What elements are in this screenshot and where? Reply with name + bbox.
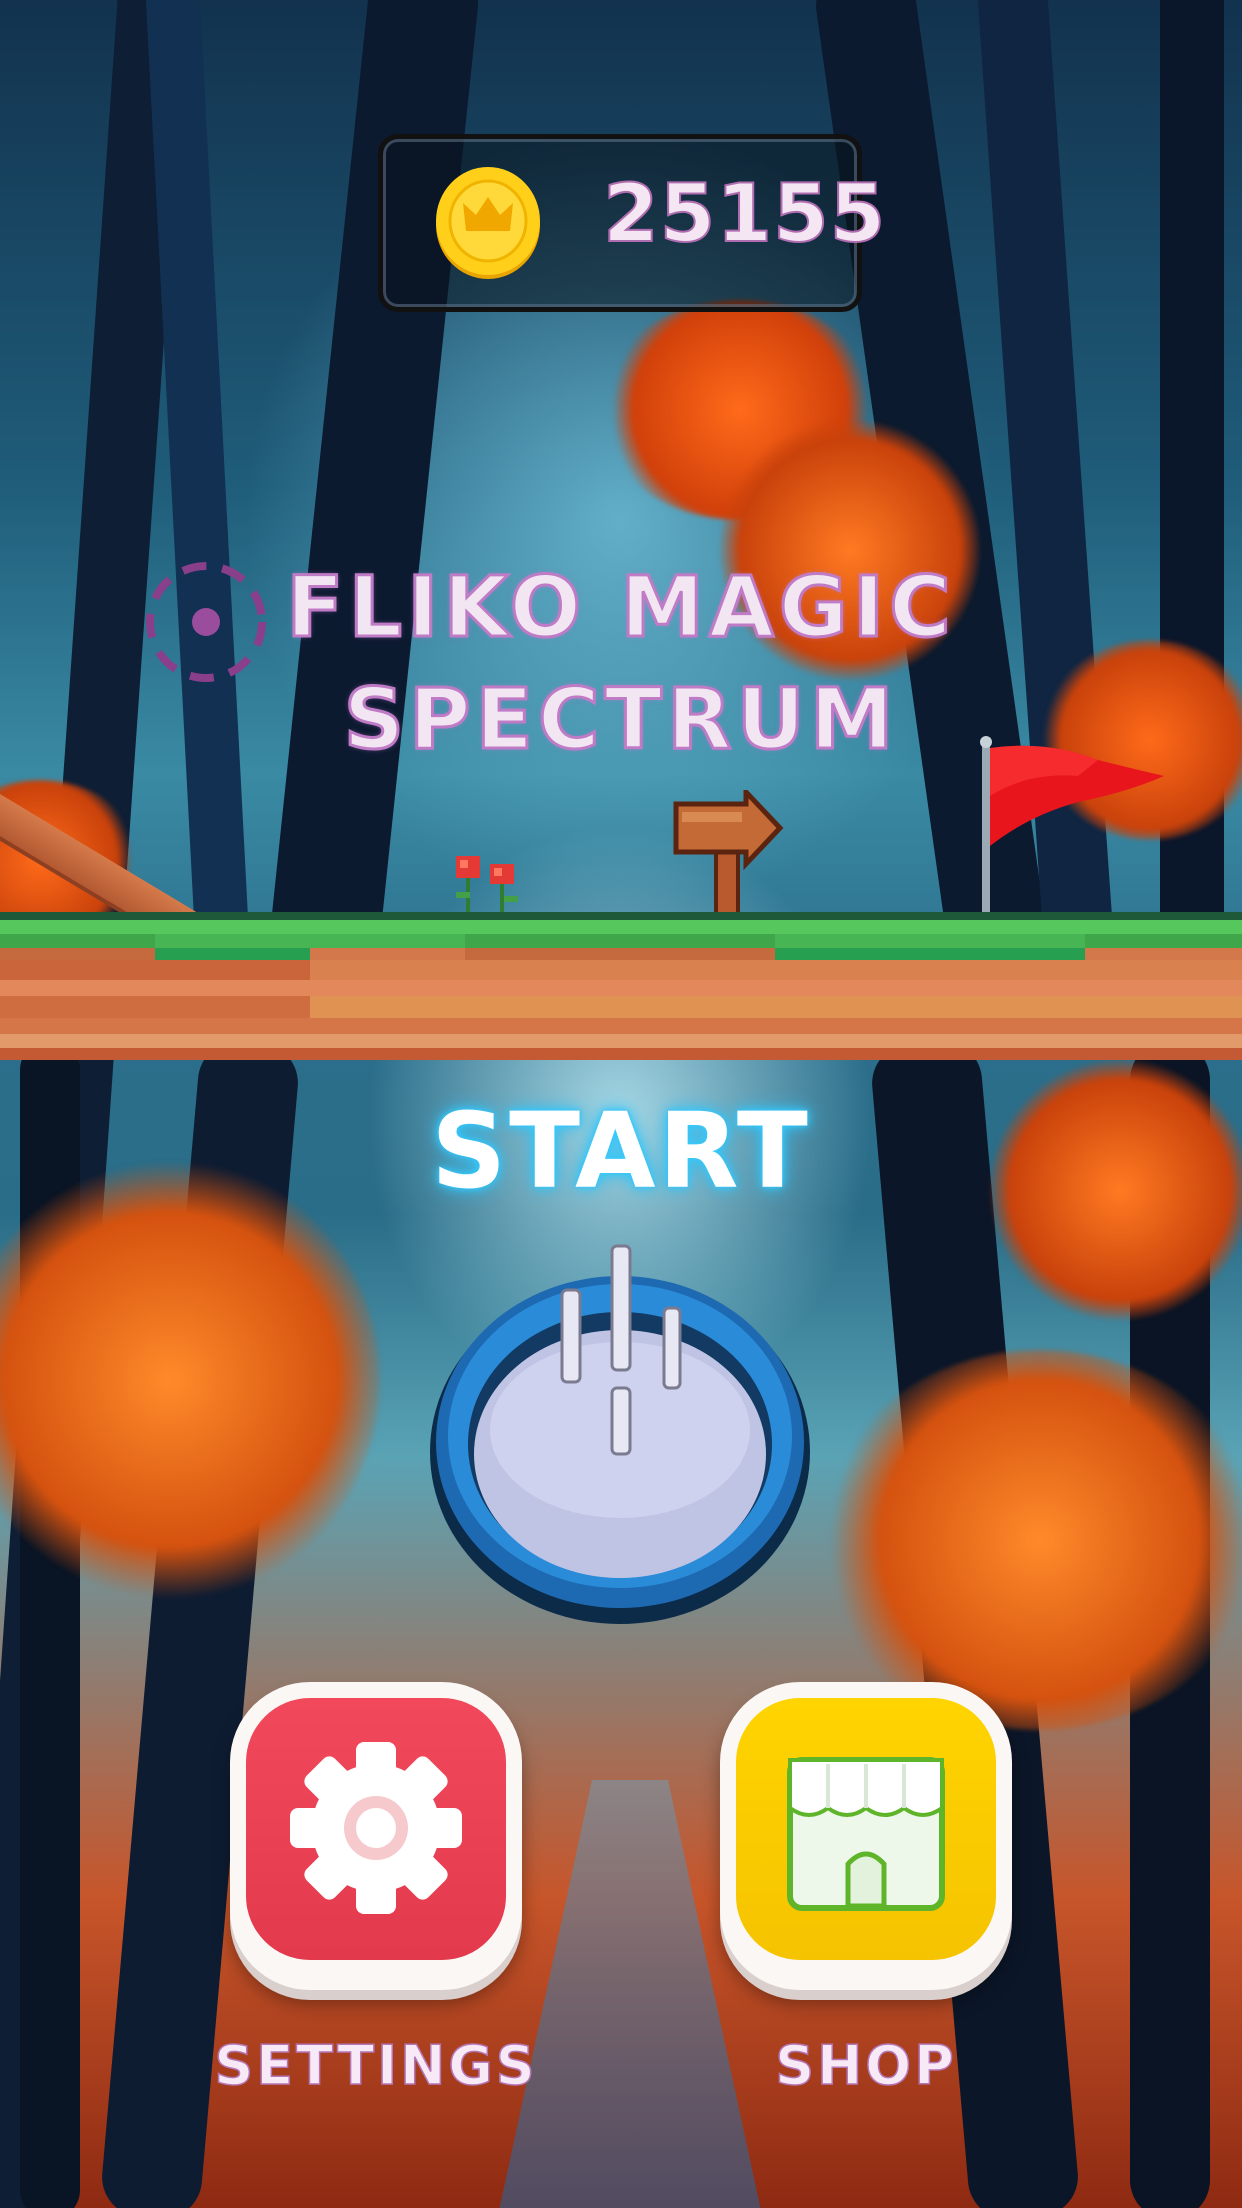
gear-icon xyxy=(290,1742,462,1914)
coin-counter: 25155 xyxy=(378,134,886,312)
shop-label: SHOP xyxy=(774,2033,957,2098)
game-title-line-1: FLIKO MAGIC xyxy=(285,557,956,658)
crown-coin-icon xyxy=(436,167,540,279)
settings-button[interactable] xyxy=(230,1682,522,1990)
settings-label: SETTINGS xyxy=(214,2033,538,2098)
start-label[interactable]: START xyxy=(0,1090,1242,1212)
storefront-icon xyxy=(787,1757,945,1911)
arrow-signpost xyxy=(673,790,784,914)
ring-drop-icon xyxy=(430,1244,810,1624)
coin-count: 25155 xyxy=(602,166,887,261)
shop-button[interactable] xyxy=(720,1682,1012,1990)
goal-flag xyxy=(980,736,1164,916)
flowers-decoration xyxy=(456,856,518,914)
ground-strip xyxy=(0,912,1242,1060)
start-button[interactable] xyxy=(420,1230,820,1630)
